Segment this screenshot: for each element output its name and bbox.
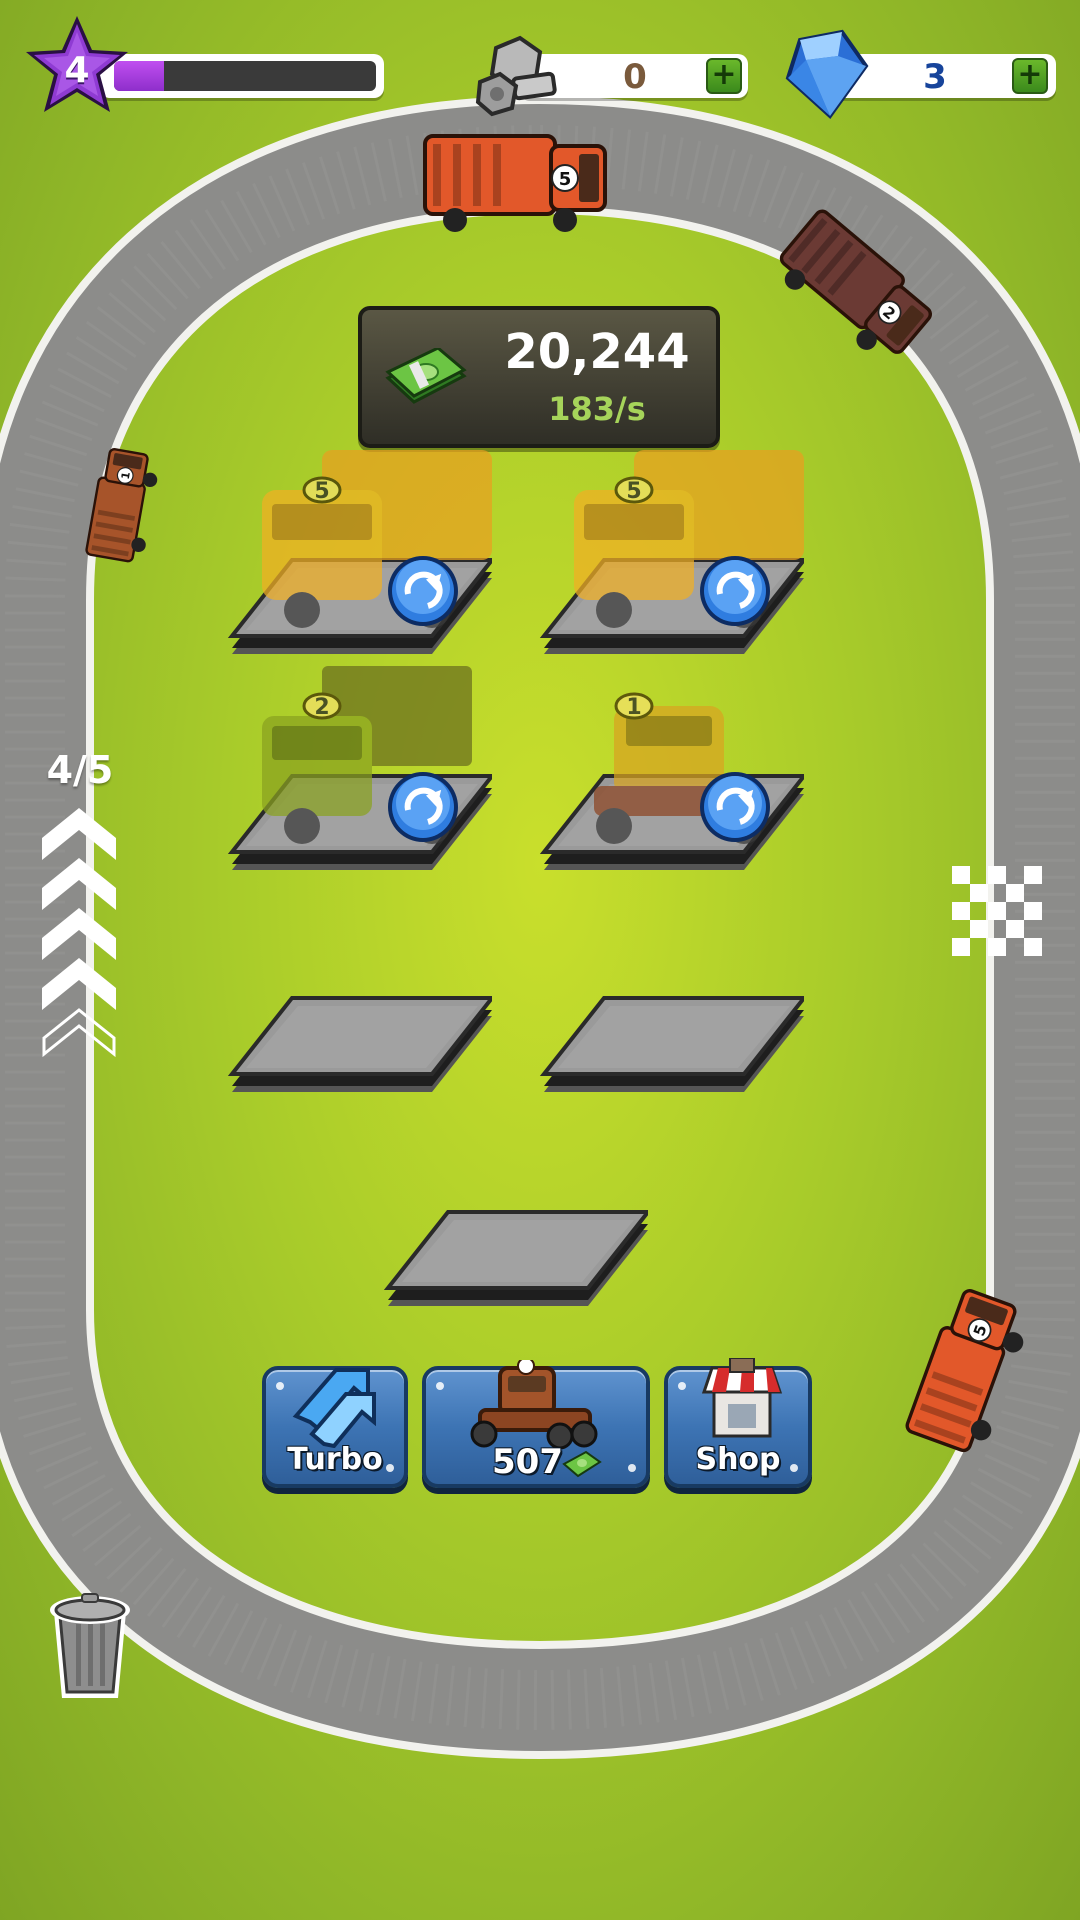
svg-text:2: 2 — [314, 695, 329, 720]
svg-text:5: 5 — [626, 479, 641, 504]
bolts-value: 0 — [623, 57, 647, 97]
cash-icon — [562, 1450, 602, 1478]
shop-label: Shop — [695, 1442, 781, 1477]
garage-truck-garbage-truck[interactable]: 5 — [242, 450, 502, 644]
track-truck: 1 — [60, 420, 180, 590]
truck-price: 507 — [492, 1442, 563, 1482]
gems-value: 3 — [923, 57, 947, 97]
money-rate: 183/s — [548, 390, 646, 428]
track-truck: 5 — [410, 118, 620, 238]
svg-text:5: 5 — [559, 169, 572, 190]
garage-pad-empty[interactable] — [534, 978, 809, 1138]
money-amount: 20,244 — [504, 324, 690, 380]
recycle-icon[interactable] — [698, 554, 772, 628]
player-level: 4 — [64, 50, 90, 91]
recycle-icon[interactable] — [386, 770, 460, 844]
garage-truck-semi-cab[interactable]: 1 — [554, 666, 814, 860]
trash-can-icon — [50, 1593, 130, 1698]
bolt-nut-icon — [470, 30, 566, 122]
player-level-badge[interactable]: 4 — [22, 12, 132, 122]
turbo-arrow-icon — [292, 1368, 376, 1448]
xp-progress-bar — [100, 54, 384, 98]
garage-pad-empty[interactable] — [222, 978, 497, 1138]
trash-can-button[interactable] — [44, 1588, 136, 1702]
track-truck: 2 — [772, 200, 942, 370]
turbo-label: Turbo — [287, 1442, 383, 1477]
money-panel: 20,244 183/s — [358, 306, 720, 448]
gem-icon — [782, 26, 872, 122]
recycle-icon[interactable] — [698, 770, 772, 844]
recycle-icon[interactable] — [386, 554, 460, 628]
shop-icon — [701, 1358, 783, 1438]
buy-truck-button[interactable]: 507 — [422, 1360, 650, 1488]
svg-text:5: 5 — [314, 479, 329, 504]
garage-truck-box-truck[interactable]: 2 — [242, 666, 502, 860]
cash-icon — [384, 346, 468, 408]
shop-button[interactable]: Shop — [664, 1358, 812, 1488]
lap-progress-chevrons — [42, 808, 116, 1058]
garage-truck-garbage-truck[interactable]: 5 — [554, 450, 814, 644]
add-bolts-button[interactable]: + — [706, 58, 742, 94]
turbo-button[interactable]: Turbo — [262, 1366, 408, 1488]
track-truck: 5 — [880, 1270, 1050, 1470]
garage-pad-empty[interactable] — [378, 1192, 653, 1352]
finish-line — [952, 866, 1042, 956]
svg-text:1: 1 — [626, 695, 641, 720]
add-gems-button[interactable]: + — [1012, 58, 1048, 94]
lap-progress-label: 4/5 — [46, 748, 114, 792]
